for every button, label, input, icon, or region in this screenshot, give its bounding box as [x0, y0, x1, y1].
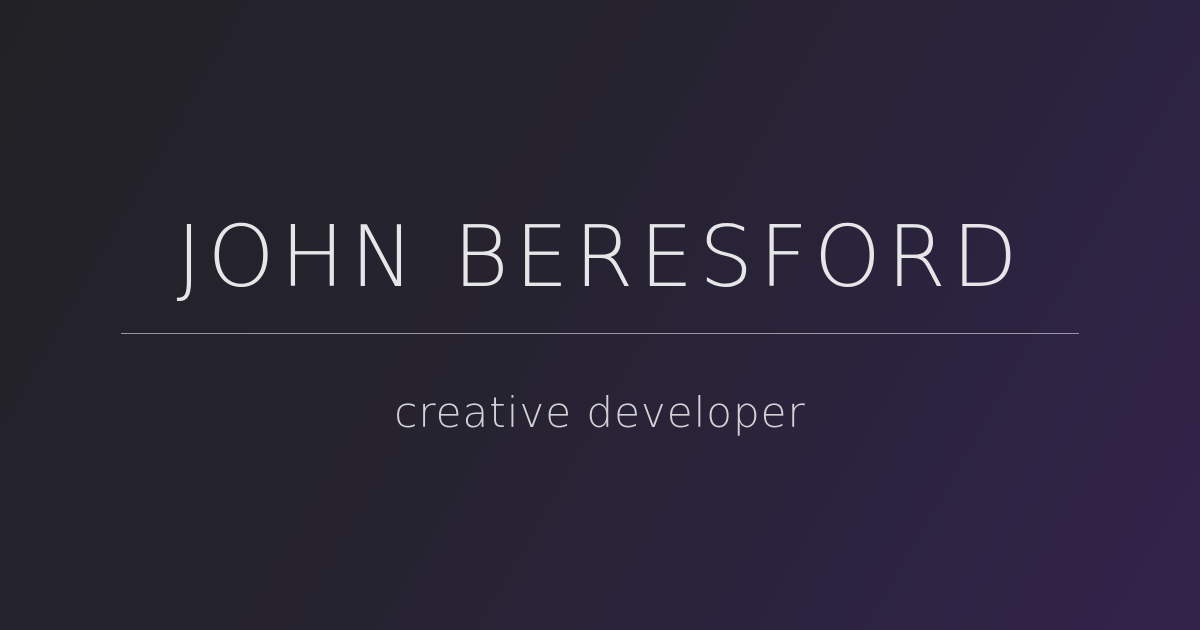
hero-name: JOHN BERESFORD: [176, 208, 1024, 307]
hero-card: JOHN BERESFORD creative developer: [0, 0, 1200, 630]
hero-tagline: creative developer: [394, 388, 806, 437]
hero-divider: [121, 333, 1079, 334]
